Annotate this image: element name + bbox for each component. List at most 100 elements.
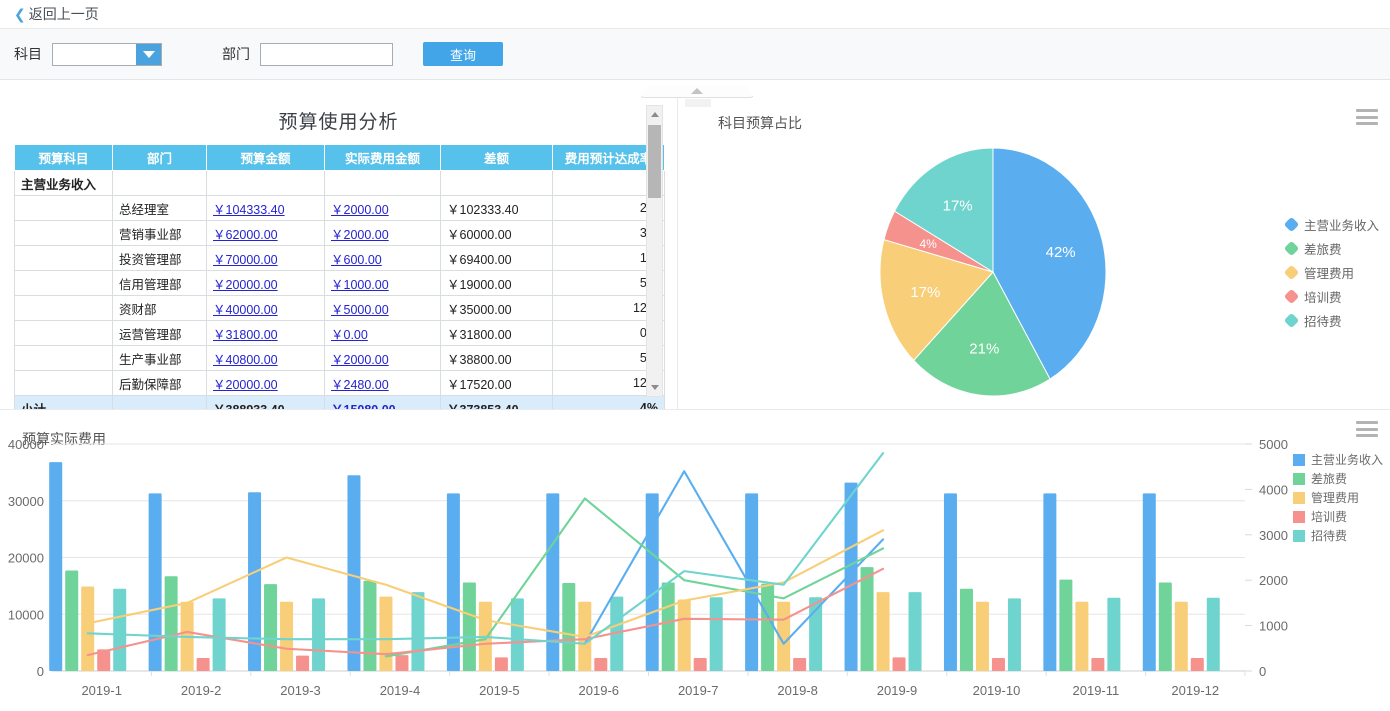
cell-budget: ￥31800.00 xyxy=(207,321,325,346)
chevron-up-icon[interactable] xyxy=(691,88,703,94)
actual-amount-link[interactable]: ￥5000.00 xyxy=(331,303,389,317)
bar[interactable] xyxy=(280,602,293,671)
bar[interactable] xyxy=(976,602,989,671)
bar[interactable] xyxy=(1191,658,1204,671)
bar[interactable] xyxy=(81,586,94,671)
budget-amount-link[interactable]: ￥40800.00 xyxy=(213,353,278,367)
bar[interactable] xyxy=(1175,602,1188,671)
bar[interactable] xyxy=(960,589,973,671)
bar[interactable] xyxy=(1043,493,1056,671)
cell-dept: 总经理室 xyxy=(113,196,207,221)
dept-input[interactable] xyxy=(260,43,393,66)
legend-item[interactable]: 主营业务收入 xyxy=(1286,212,1379,236)
legend-item[interactable]: 主营业务收入 xyxy=(1293,450,1383,469)
panel-splitter-handle[interactable] xyxy=(640,86,754,101)
actual-amount-link[interactable]: ￥0.00 xyxy=(331,328,368,342)
bar[interactable] xyxy=(312,598,325,671)
bar[interactable] xyxy=(296,656,309,671)
line-series[interactable] xyxy=(386,498,883,656)
bar[interactable] xyxy=(893,657,906,671)
dept-field-label: 部门 xyxy=(222,44,250,64)
subject-select-input[interactable] xyxy=(53,44,136,65)
legend-item[interactable]: 培训费 xyxy=(1293,507,1383,526)
bar[interactable] xyxy=(861,567,874,671)
legend-marker-icon xyxy=(1284,240,1300,256)
bar[interactable] xyxy=(463,582,476,671)
bar[interactable] xyxy=(1207,598,1220,671)
legend-item[interactable]: 差旅费 xyxy=(1286,236,1379,260)
bar[interactable] xyxy=(678,599,691,671)
scrollbar-thumb[interactable] xyxy=(648,125,661,198)
table-row: 生产事业部 ￥40800.00 ￥2000.00 ￥38800.00 5% xyxy=(15,346,665,371)
bar[interactable] xyxy=(411,592,424,671)
bar[interactable] xyxy=(944,493,957,671)
legend-item[interactable]: 差旅费 xyxy=(1293,469,1383,488)
legend-item[interactable]: 管理费用 xyxy=(1293,488,1383,507)
legend-label: 管理费用 xyxy=(1311,489,1359,506)
bar[interactable] xyxy=(1107,598,1120,671)
legend-item[interactable]: 招待费 xyxy=(1293,526,1383,545)
bar[interactable] xyxy=(562,583,575,671)
bar[interactable] xyxy=(1075,602,1088,671)
legend-item[interactable]: 管理费用 xyxy=(1286,260,1379,284)
cell-actual: ￥600.00 xyxy=(325,246,441,271)
bar[interactable] xyxy=(511,598,524,671)
query-button[interactable]: 查询 xyxy=(423,42,503,66)
budget-amount-link[interactable]: ￥104333.40 xyxy=(213,203,285,217)
bar[interactable] xyxy=(1091,658,1104,671)
budget-amount-link[interactable]: ￥20000.00 xyxy=(213,378,278,392)
bar[interactable] xyxy=(809,597,822,671)
bar[interactable] xyxy=(992,658,1005,671)
bar[interactable] xyxy=(793,658,806,671)
budget-amount-link[interactable]: ￥20000.00 xyxy=(213,278,278,292)
bar[interactable] xyxy=(909,592,922,671)
bar[interactable] xyxy=(113,589,126,671)
scroll-up-arrow-icon[interactable] xyxy=(651,112,659,117)
cell-dept: 运营管理部 xyxy=(113,321,207,346)
bar[interactable] xyxy=(213,598,226,671)
bar[interactable] xyxy=(1008,598,1021,671)
legend-marker-icon xyxy=(1293,530,1305,542)
budget-amount-link[interactable]: ￥31800.00 xyxy=(213,328,278,342)
bar[interactable] xyxy=(347,475,360,671)
chevron-down-icon[interactable] xyxy=(136,44,161,65)
splitter-tab[interactable] xyxy=(685,99,711,107)
bar[interactable] xyxy=(495,657,508,671)
bar[interactable] xyxy=(594,658,607,671)
bar[interactable] xyxy=(710,597,723,671)
bar[interactable] xyxy=(363,581,376,671)
actual-amount-link[interactable]: ￥2480.00 xyxy=(331,378,389,392)
bar[interactable] xyxy=(662,582,675,671)
subtotal-actual-link[interactable]: ￥15080.00 xyxy=(331,403,396,411)
legend-item[interactable]: 招待费 xyxy=(1286,308,1379,332)
budget-amount-link[interactable]: ￥40000.00 xyxy=(213,303,278,317)
bar[interactable] xyxy=(197,658,210,671)
bar[interactable] xyxy=(149,493,162,671)
bar[interactable] xyxy=(264,584,277,671)
bar[interactable] xyxy=(49,462,62,671)
budget-amount-link[interactable]: ￥62000.00 xyxy=(213,228,278,242)
bar[interactable] xyxy=(877,592,890,671)
actual-amount-link[interactable]: ￥2000.00 xyxy=(331,353,389,367)
back-link[interactable]: ❮ 返回上一页 xyxy=(14,4,99,24)
subject-select[interactable] xyxy=(52,43,162,66)
bar[interactable] xyxy=(395,655,408,671)
actual-amount-link[interactable]: ￥1000.00 xyxy=(331,278,389,292)
budget-amount-link[interactable]: ￥70000.00 xyxy=(213,253,278,267)
bar[interactable] xyxy=(165,576,178,671)
legend-item[interactable]: 培训费 xyxy=(1286,284,1379,308)
bar[interactable] xyxy=(546,493,559,671)
bar[interactable] xyxy=(379,597,392,671)
subtotal-diff: ￥373853.40 xyxy=(441,396,553,411)
table-vertical-scrollbar[interactable] xyxy=(646,105,663,397)
bar[interactable] xyxy=(694,658,707,671)
bar[interactable] xyxy=(65,571,78,671)
actual-amount-link[interactable]: ￥2000.00 xyxy=(331,228,389,242)
bar[interactable] xyxy=(1059,580,1072,671)
actual-amount-link[interactable]: ￥2000.00 xyxy=(331,203,389,217)
bar[interactable] xyxy=(1143,493,1156,671)
cell-diff: ￥31800.00 xyxy=(441,321,553,346)
actual-amount-link[interactable]: ￥600.00 xyxy=(331,253,382,267)
bar[interactable] xyxy=(1159,582,1172,671)
scroll-down-arrow-icon[interactable] xyxy=(651,385,659,390)
